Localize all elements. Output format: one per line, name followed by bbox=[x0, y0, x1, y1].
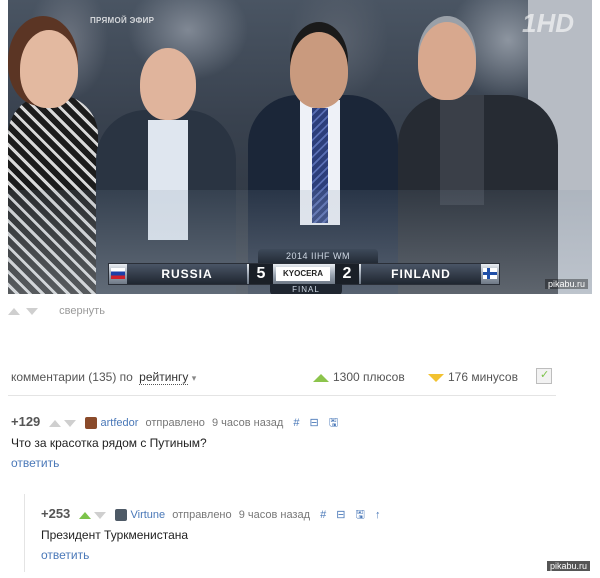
comment-author[interactable]: Virtune bbox=[130, 509, 165, 521]
upvote-arrow-icon[interactable] bbox=[8, 307, 20, 315]
woman-head bbox=[20, 30, 78, 108]
comments-header: комментарии (135) по рейтингу ▾ bbox=[11, 370, 197, 385]
avatar[interactable] bbox=[115, 509, 128, 522]
scoreboard: RUSSIA 5 KYOCERA 2 FINLAND bbox=[108, 263, 500, 285]
comment-time: 9 часов назад bbox=[238, 509, 311, 521]
channel-logo: 1HD bbox=[521, 8, 574, 38]
reply-link[interactable]: ответить bbox=[11, 456, 59, 470]
man-left-head bbox=[140, 48, 196, 120]
comment-author[interactable]: artfedor bbox=[100, 417, 138, 429]
man-right-head bbox=[418, 22, 476, 100]
reply-link[interactable]: ответить bbox=[41, 548, 89, 562]
pluses-label: 1300 плюсов bbox=[333, 370, 405, 384]
post-image[interactable]: ПРЯМОЙ ЭФИР 1HD 2014 IIHF WM RUSSIA 5 KY… bbox=[8, 0, 592, 294]
comment-meta: +253 Virtune отправлено 9 часов назад # … bbox=[41, 506, 380, 525]
chevron-down-icon[interactable]: ▾ bbox=[192, 373, 197, 383]
downvote-arrow-icon[interactable] bbox=[94, 511, 107, 519]
minuses-label: 176 минусов bbox=[448, 370, 518, 384]
save-icon[interactable]: 🖫 bbox=[329, 417, 338, 429]
collapse-icon[interactable]: ⊟ bbox=[336, 509, 345, 521]
divider bbox=[8, 395, 556, 396]
team-right: FINLAND bbox=[361, 264, 481, 284]
tournament-label: 2014 IIHF WM bbox=[258, 249, 378, 263]
thread-line bbox=[24, 494, 25, 572]
parent-arrow-icon[interactable]: ↑ bbox=[375, 509, 381, 521]
comment-text: Что за красотка рядом с Путиным? bbox=[11, 436, 207, 450]
team-left: RUSSIA bbox=[127, 264, 247, 284]
stage-label: FINAL bbox=[270, 284, 342, 294]
upvote-arrow-icon[interactable] bbox=[79, 511, 92, 519]
minus-arrow-icon bbox=[428, 373, 444, 382]
subscribe-icon[interactable] bbox=[536, 368, 552, 384]
plus-arrow-icon bbox=[313, 373, 329, 382]
pluses-counter: 1300 плюсов bbox=[313, 370, 405, 384]
save-icon[interactable]: 🖫 bbox=[356, 509, 365, 521]
image-watermark: pikabu.ru bbox=[544, 279, 588, 289]
comment-rating: +253 bbox=[41, 506, 71, 521]
score-right: 2 bbox=[335, 264, 359, 284]
comment-meta: +129 artfedor отправлено 9 часов назад #… bbox=[11, 414, 338, 433]
upvote-arrow-icon[interactable] bbox=[49, 419, 62, 427]
hash-icon[interactable]: # bbox=[293, 417, 299, 429]
footer-watermark: pikabu.ru bbox=[546, 561, 590, 571]
broadcast-label: ПРЯМОЙ ЭФИР bbox=[90, 16, 155, 25]
russia-flag-icon bbox=[111, 268, 125, 279]
collapse-link[interactable]: свернуть bbox=[59, 305, 105, 317]
post-controls: свернуть bbox=[8, 305, 105, 317]
hash-icon[interactable]: # bbox=[320, 509, 326, 521]
comment-text: Президент Туркменистана bbox=[41, 528, 189, 542]
downvote-arrow-icon[interactable] bbox=[64, 419, 77, 427]
score-left: 5 bbox=[249, 264, 273, 284]
man-right-shirt bbox=[440, 95, 484, 205]
downvote-arrow-icon[interactable] bbox=[26, 307, 39, 315]
finland-flag-icon bbox=[483, 268, 497, 279]
avatar[interactable] bbox=[85, 417, 98, 430]
comments-count: комментарии (135) по bbox=[11, 370, 133, 384]
comment-rating: +129 bbox=[11, 414, 41, 429]
posted-label: отправлено bbox=[145, 417, 205, 429]
man-center-head bbox=[290, 32, 348, 108]
posted-label: отправлено bbox=[172, 509, 232, 521]
sponsor-logo: KYOCERA bbox=[276, 267, 330, 281]
sort-dropdown[interactable]: рейтингу bbox=[139, 370, 189, 385]
minuses-counter: 176 минусов bbox=[428, 370, 518, 384]
comment-time: 9 часов назад bbox=[211, 417, 284, 429]
collapse-icon[interactable]: ⊟ bbox=[310, 417, 319, 429]
